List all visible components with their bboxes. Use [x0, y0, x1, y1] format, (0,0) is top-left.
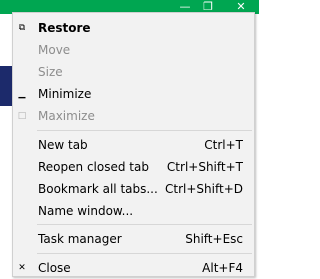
menu-item-close[interactable]: ✕ Close Alt+F4: [13, 257, 254, 279]
menu-item-size: Size: [13, 61, 254, 83]
menu-item-label: Name window...: [38, 204, 134, 218]
menu-item-restore[interactable]: ⧉ Restore: [13, 17, 254, 39]
menu-item-reopen-closed-tab[interactable]: Reopen closed tab Ctrl+Shift+T: [13, 156, 254, 178]
menu-item-shortcut: Alt+F4: [202, 261, 243, 275]
menu-item-label: Restore: [38, 21, 91, 35]
menu-item-label: Reopen closed tab: [38, 160, 149, 174]
menu-item-task-manager[interactable]: Task manager Shift+Esc: [13, 228, 254, 250]
menu-item-maximize: □ Maximize: [13, 105, 254, 127]
close-glyph-icon: ✕: [18, 263, 26, 273]
menu-item-shortcut: Ctrl+Shift+T: [166, 160, 243, 174]
menu-item-label: Maximize: [38, 109, 95, 123]
menu-item-minimize[interactable]: ▁ Minimize: [13, 83, 254, 105]
menu-item-label: Task manager: [38, 232, 122, 246]
menu-separator: [37, 224, 252, 225]
page-content-sliver: [0, 66, 12, 106]
maximize-glyph-icon: □: [17, 111, 27, 121]
window-system-menu: ⧉ Restore Move Size ▁ Minimize □ Maximize New ta…: [12, 12, 255, 277]
page-content-sliver: [0, 106, 12, 277]
minimize-glyph-icon: ▁: [18, 89, 26, 99]
menu-item-label: New tab: [38, 138, 88, 152]
menu-separator: [37, 130, 252, 131]
menu-separator: [37, 253, 252, 254]
menu-item-shortcut: Shift+Esc: [185, 232, 243, 246]
menu-item-move: Move: [13, 39, 254, 61]
menu-item-name-window[interactable]: Name window...: [13, 200, 254, 222]
page-content-sliver: [0, 14, 12, 66]
menu-item-label: Size: [38, 65, 63, 79]
restore-glyph-icon: ⧉: [18, 23, 26, 33]
menu-item-new-tab[interactable]: New tab Ctrl+T: [13, 134, 254, 156]
menu-item-bookmark-all-tabs[interactable]: Bookmark all tabs... Ctrl+Shift+D: [13, 178, 254, 200]
menu-item-label: Bookmark all tabs...: [38, 182, 158, 196]
menu-item-label: Close: [38, 261, 71, 275]
menu-item-label: Minimize: [38, 87, 92, 101]
menu-item-label: Move: [38, 43, 71, 57]
menu-item-shortcut: Ctrl+T: [204, 138, 243, 152]
menu-item-shortcut: Ctrl+Shift+D: [165, 182, 243, 196]
